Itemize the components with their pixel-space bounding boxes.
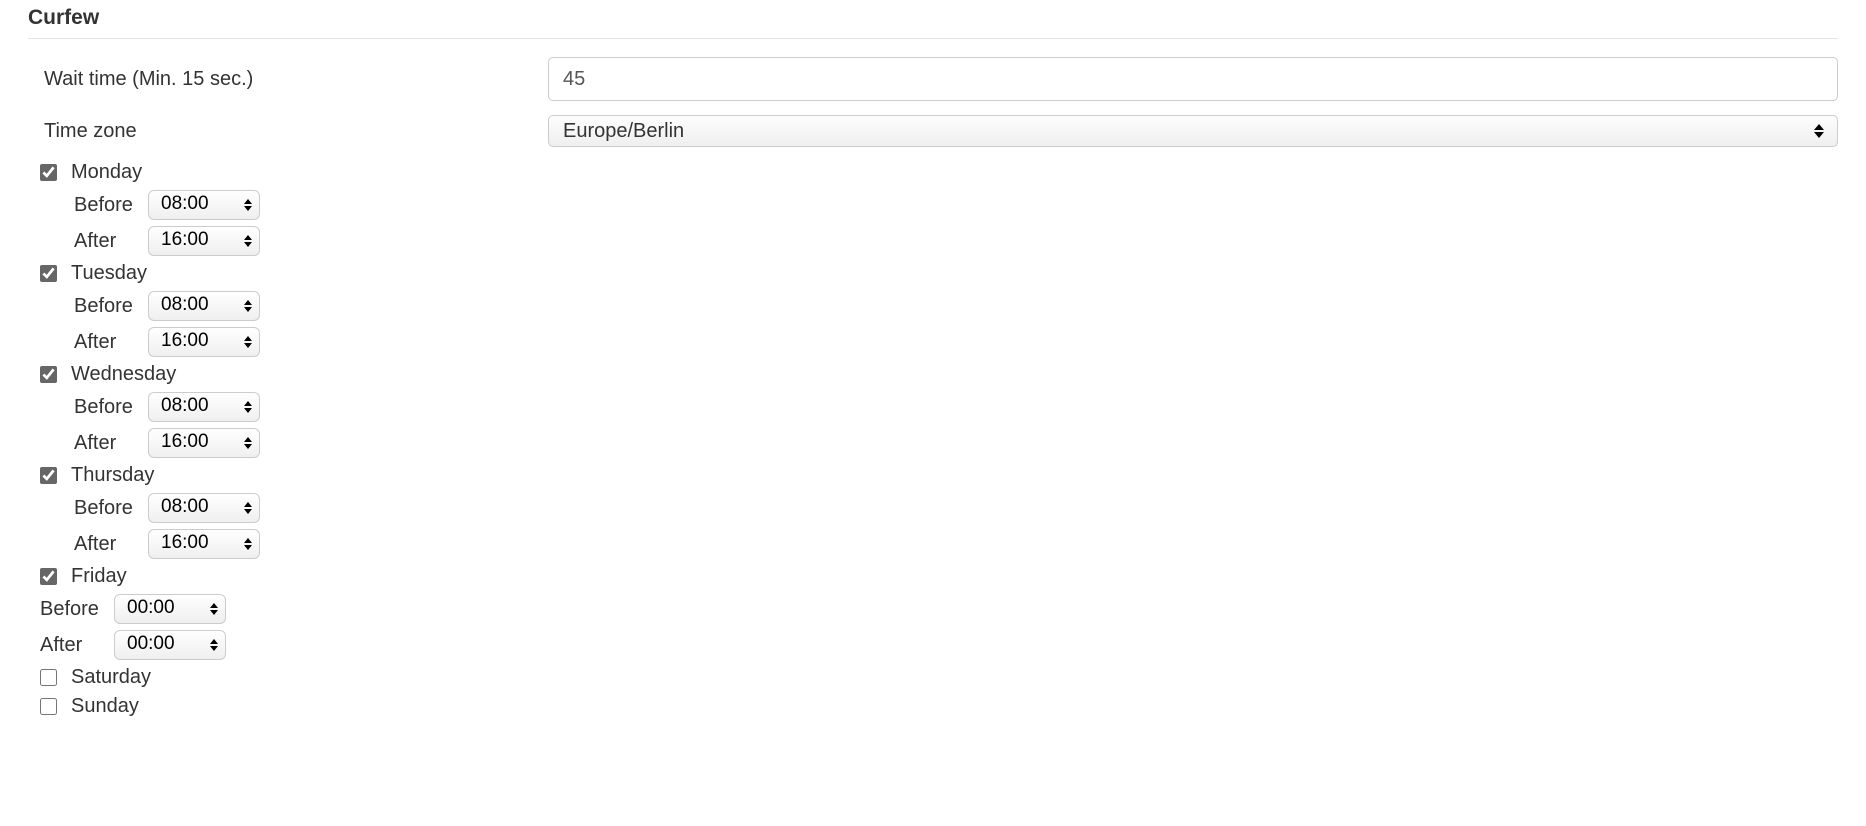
before-time-select-friday[interactable]: 00:00 [114, 594, 226, 624]
after-label: After [74, 331, 138, 354]
day-name-label: Monday [71, 161, 142, 184]
after-time-select-tuesday[interactable]: 16:00 [148, 327, 260, 357]
before-label: Before [74, 194, 138, 217]
time-rows: Before 08:00 After 16:00 [40, 493, 1838, 559]
day-name-label: Friday [71, 565, 127, 588]
after-label: After [74, 230, 138, 253]
after-label: After [40, 634, 104, 657]
time-rows: Before 08:00 After 16:00 [40, 291, 1838, 357]
day-header: Monday [40, 161, 1838, 184]
day-header: Sunday [40, 695, 1838, 718]
day-name-label: Tuesday [71, 262, 147, 285]
time-rows: Before 00:00 After 00:00 [40, 594, 1838, 660]
wait-time-input[interactable] [548, 57, 1838, 101]
before-label: Before [74, 497, 138, 520]
after-time-select-monday[interactable]: 16:00 [148, 226, 260, 256]
after-row: After 16:00 [74, 428, 1838, 458]
day-checkbox-thursday[interactable] [40, 467, 57, 484]
days-list: MondayBefore08:00After16:00TuesdayBefore… [28, 161, 1838, 718]
before-label: Before [74, 295, 138, 318]
before-time-select-tuesday[interactable]: 08:00 [148, 291, 260, 321]
before-row: Before 08:00 [74, 493, 1838, 523]
section-title: Curfew [28, 6, 1838, 39]
after-time-select-friday[interactable]: 00:00 [114, 630, 226, 660]
after-label: After [74, 533, 138, 556]
day-checkbox-saturday[interactable] [40, 669, 57, 686]
after-row: After 16:00 [74, 327, 1838, 357]
after-time-select-wednesday[interactable]: 16:00 [148, 428, 260, 458]
day-header: Thursday [40, 464, 1838, 487]
day-name-label: Wednesday [71, 363, 176, 386]
day-tuesday: Tuesday Before 08:00 After 16:00 [40, 262, 1838, 357]
after-row: After 16:00 [74, 529, 1838, 559]
day-monday: Monday Before 08:00 After 16:00 [40, 161, 1838, 256]
day-checkbox-wednesday[interactable] [40, 366, 57, 383]
after-time-select-thursday[interactable]: 16:00 [148, 529, 260, 559]
day-friday: Friday Before 00:00 After 00:00 [40, 565, 1838, 660]
day-name-label: Saturday [71, 666, 151, 689]
day-checkbox-tuesday[interactable] [40, 265, 57, 282]
day-header: Tuesday [40, 262, 1838, 285]
before-row: Before 00:00 [40, 594, 1838, 624]
time-zone-select[interactable]: Europe/Berlin [548, 115, 1838, 147]
day-wednesday: Wednesday Before 08:00 After 16:00 [40, 363, 1838, 458]
day-header: Saturday [40, 666, 1838, 689]
day-checkbox-sunday[interactable] [40, 698, 57, 715]
wait-time-row: Wait time (Min. 15 sec.) [28, 57, 1838, 101]
before-label: Before [74, 396, 138, 419]
time-zone-label: Time zone [28, 120, 528, 143]
day-header: Wednesday [40, 363, 1838, 386]
wait-time-label: Wait time (Min. 15 sec.) [28, 68, 528, 91]
before-label: Before [40, 598, 104, 621]
after-label: After [74, 432, 138, 455]
time-zone-row: Time zone Europe/Berlin [28, 115, 1838, 147]
day-saturday: Saturday [40, 666, 1838, 689]
time-rows: Before 08:00 After 16:00 [40, 190, 1838, 256]
before-time-select-thursday[interactable]: 08:00 [148, 493, 260, 523]
day-sunday: Sunday [40, 695, 1838, 718]
day-header: Friday [40, 565, 1838, 588]
day-name-label: Sunday [71, 695, 139, 718]
after-row: After 00:00 [40, 630, 1838, 660]
curfew-settings-panel: Curfew Wait time (Min. 15 sec.) Time zon… [0, 0, 1866, 744]
day-checkbox-friday[interactable] [40, 568, 57, 585]
before-row: Before 08:00 [74, 291, 1838, 321]
before-row: Before 08:00 [74, 392, 1838, 422]
day-name-label: Thursday [71, 464, 154, 487]
before-time-select-monday[interactable]: 08:00 [148, 190, 260, 220]
day-thursday: Thursday Before 08:00 After 16:00 [40, 464, 1838, 559]
after-row: After 16:00 [74, 226, 1838, 256]
before-row: Before 08:00 [74, 190, 1838, 220]
time-rows: Before 08:00 After 16:00 [40, 392, 1838, 458]
before-time-select-wednesday[interactable]: 08:00 [148, 392, 260, 422]
day-checkbox-monday[interactable] [40, 164, 57, 181]
